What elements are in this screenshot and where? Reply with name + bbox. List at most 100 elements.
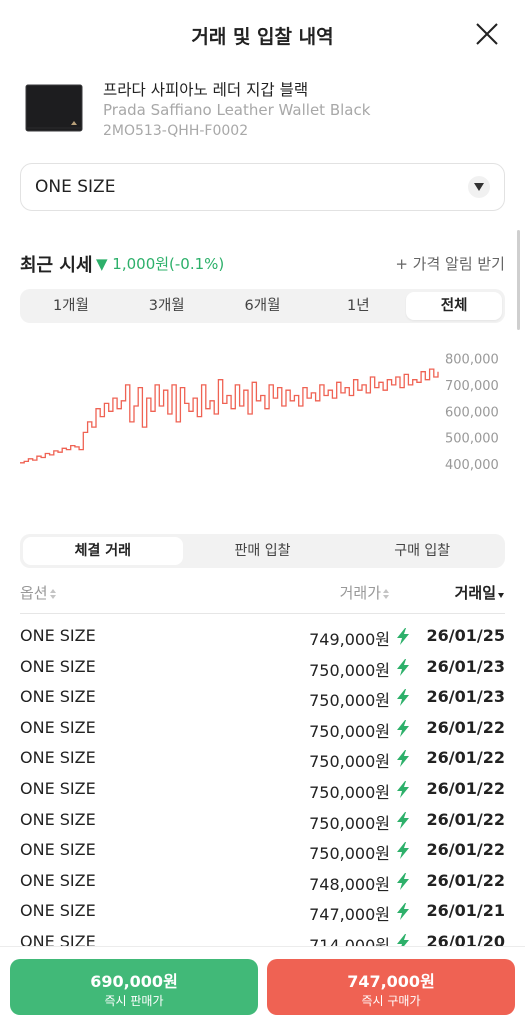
cell-option: ONE SIZE bbox=[20, 809, 96, 829]
quick-delivery-icon bbox=[397, 658, 409, 676]
cell-date: 26/01/20 bbox=[426, 931, 505, 946]
table-row: ONE SIZE 750,000원 26/01/22 bbox=[20, 743, 505, 774]
cell-date: 26/01/21 bbox=[426, 901, 505, 921]
scrollbar[interactable] bbox=[517, 230, 520, 330]
table-row: ONE SIZE 750,000원 26/01/22 bbox=[20, 713, 505, 744]
instant-sell-price: 690,000원 bbox=[90, 972, 178, 991]
price-change: ▼ 1,000원(-0.1%) bbox=[96, 255, 225, 273]
table-row: ONE SIZE 750,000원 26/01/22 bbox=[20, 774, 505, 805]
cell-option: ONE SIZE bbox=[20, 717, 96, 737]
cell-price: 750,000원 bbox=[309, 721, 390, 741]
column-header-option[interactable]: 옵션 bbox=[20, 582, 57, 603]
tab-trade-0[interactable]: 체결 거래 bbox=[23, 537, 183, 565]
product-image bbox=[24, 82, 84, 134]
quick-delivery-icon bbox=[397, 842, 409, 860]
cell-price: 750,000원 bbox=[309, 752, 390, 772]
product-name-english: Prada Saffiano Leather Wallet Black bbox=[103, 101, 371, 119]
cell-date: 26/01/25 bbox=[426, 626, 505, 645]
quick-delivery-icon bbox=[397, 750, 409, 768]
close-icon[interactable] bbox=[475, 22, 499, 46]
y-tick-label: 500,000 bbox=[445, 432, 499, 447]
cell-date: 26/01/23 bbox=[426, 656, 505, 676]
bottom-action-bar: 690,000원 즉시 판매가 747,000원 즉시 구매가 bbox=[0, 946, 525, 1024]
quick-delivery-icon bbox=[397, 628, 409, 645]
cell-price: 714,000원 bbox=[309, 935, 390, 946]
quick-delivery-icon bbox=[397, 780, 409, 798]
page-title: 거래 및 입찰 내역 bbox=[191, 26, 334, 48]
cell-option: ONE SIZE bbox=[20, 656, 96, 676]
size-select[interactable]: ONE SIZE bbox=[20, 163, 505, 211]
tab-period-0[interactable]: 1개월 bbox=[23, 292, 119, 320]
instant-sell-button[interactable]: 690,000원 즉시 판매가 bbox=[10, 959, 258, 1015]
instant-buy-price: 747,000원 bbox=[347, 972, 435, 991]
quick-delivery-icon bbox=[397, 933, 409, 946]
cell-option: ONE SIZE bbox=[20, 901, 96, 921]
y-tick-label: 600,000 bbox=[445, 405, 499, 420]
cell-date: 26/01/23 bbox=[426, 687, 505, 707]
cell-date: 26/01/22 bbox=[426, 778, 505, 798]
product-model-code: 2MO513-QHH-F0002 bbox=[103, 123, 249, 139]
instant-buy-label: 즉시 구매가 bbox=[361, 994, 421, 1008]
cell-option: ONE SIZE bbox=[20, 870, 96, 890]
cell-price: 748,000원 bbox=[309, 874, 390, 894]
instant-buy-button[interactable]: 747,000원 즉시 구매가 bbox=[267, 959, 515, 1015]
y-tick-label: 800,000 bbox=[445, 353, 499, 368]
quick-delivery-icon bbox=[397, 903, 409, 921]
recent-price-section: 최근 시세 ▼ 1,000원(-0.1%) + 가격 알림 받기 bbox=[20, 248, 505, 278]
product-summary: 프라다 사피아노 레더 지갑 블랙 Prada Saffiano Leather… bbox=[20, 76, 505, 146]
cell-date: 26/01/22 bbox=[426, 717, 505, 737]
cell-date: 26/01/22 bbox=[426, 870, 505, 890]
quick-delivery-icon bbox=[397, 872, 409, 890]
cell-option: ONE SIZE bbox=[20, 748, 96, 768]
tab-trade-2[interactable]: 구매 입찰 bbox=[342, 537, 502, 565]
table-row: ONE SIZE 749,000원 26/01/25 bbox=[20, 621, 505, 652]
column-header-price[interactable]: 거래가 bbox=[340, 582, 390, 603]
cell-price: 750,000원 bbox=[309, 691, 390, 711]
cell-price: 750,000원 bbox=[309, 813, 390, 833]
cell-option: ONE SIZE bbox=[20, 687, 96, 707]
quick-delivery-icon bbox=[397, 811, 409, 829]
cell-price: 750,000원 bbox=[309, 844, 390, 864]
table-row: ONE SIZE 748,000원 26/01/22 bbox=[20, 866, 505, 897]
period-tabs: 1개월 3개월 6개월 1년 전체 bbox=[20, 289, 505, 323]
cell-option: ONE SIZE bbox=[20, 931, 96, 946]
quick-delivery-icon bbox=[397, 719, 409, 737]
price-alert-link[interactable]: + 가격 알림 받기 bbox=[395, 253, 505, 274]
tab-period-4[interactable]: 전체 bbox=[406, 292, 502, 320]
dropdown-arrow-icon bbox=[468, 176, 490, 198]
sort-icon bbox=[49, 588, 56, 599]
table-row: ONE SIZE 750,000원 26/01/23 bbox=[20, 682, 505, 713]
cell-price: 747,000원 bbox=[309, 905, 390, 925]
size-select-value: ONE SIZE bbox=[35, 177, 116, 197]
cell-price: 750,000원 bbox=[309, 782, 390, 802]
table-row: ONE SIZE 747,000원 26/01/21 bbox=[20, 896, 505, 927]
cell-option: ONE SIZE bbox=[20, 840, 96, 860]
tab-trade-1[interactable]: 판매 입찰 bbox=[183, 537, 343, 565]
table-row: ONE SIZE 750,000원 26/01/22 bbox=[20, 805, 505, 836]
y-tick-label: 400,000 bbox=[445, 458, 499, 473]
table-row: ONE SIZE 750,000원 26/01/23 bbox=[20, 652, 505, 683]
recent-price-title: 최근 시세 bbox=[20, 255, 93, 276]
table-header: 옵션 거래가 거래일 bbox=[20, 578, 505, 614]
price-series-line bbox=[20, 368, 439, 464]
trade-list: ONE SIZE 749,000원 26/01/25 ONE SIZE 750,000원… bbox=[20, 621, 505, 946]
header: 거래 및 입찰 내역 bbox=[0, 0, 525, 70]
table-row: ONE SIZE 714,000원 26/01/20 bbox=[20, 927, 505, 946]
cell-price: 749,000원 bbox=[309, 630, 390, 649]
cell-price: 750,000원 bbox=[309, 660, 390, 680]
trade-tabs: 체결 거래 판매 입찰 구매 입찰 bbox=[20, 534, 505, 568]
cell-date: 26/01/22 bbox=[426, 809, 505, 829]
cell-date: 26/01/22 bbox=[426, 840, 505, 860]
tab-period-3[interactable]: 1년 bbox=[310, 292, 406, 320]
cell-option: ONE SIZE bbox=[20, 626, 96, 645]
sort-desc-icon bbox=[498, 592, 504, 598]
tab-period-1[interactable]: 3개월 bbox=[119, 292, 215, 320]
product-name-korean: 프라다 사피아노 레더 지갑 블랙 bbox=[103, 81, 309, 99]
tab-period-2[interactable]: 6개월 bbox=[215, 292, 311, 320]
price-chart: 800,000 700,000 600,000 500,000 400,000 bbox=[0, 340, 525, 480]
cell-option: ONE SIZE bbox=[20, 778, 96, 798]
cell-date: 26/01/22 bbox=[426, 748, 505, 768]
y-tick-label: 700,000 bbox=[445, 379, 499, 394]
column-header-date[interactable]: 거래일 bbox=[455, 582, 505, 603]
quick-delivery-icon bbox=[397, 689, 409, 707]
